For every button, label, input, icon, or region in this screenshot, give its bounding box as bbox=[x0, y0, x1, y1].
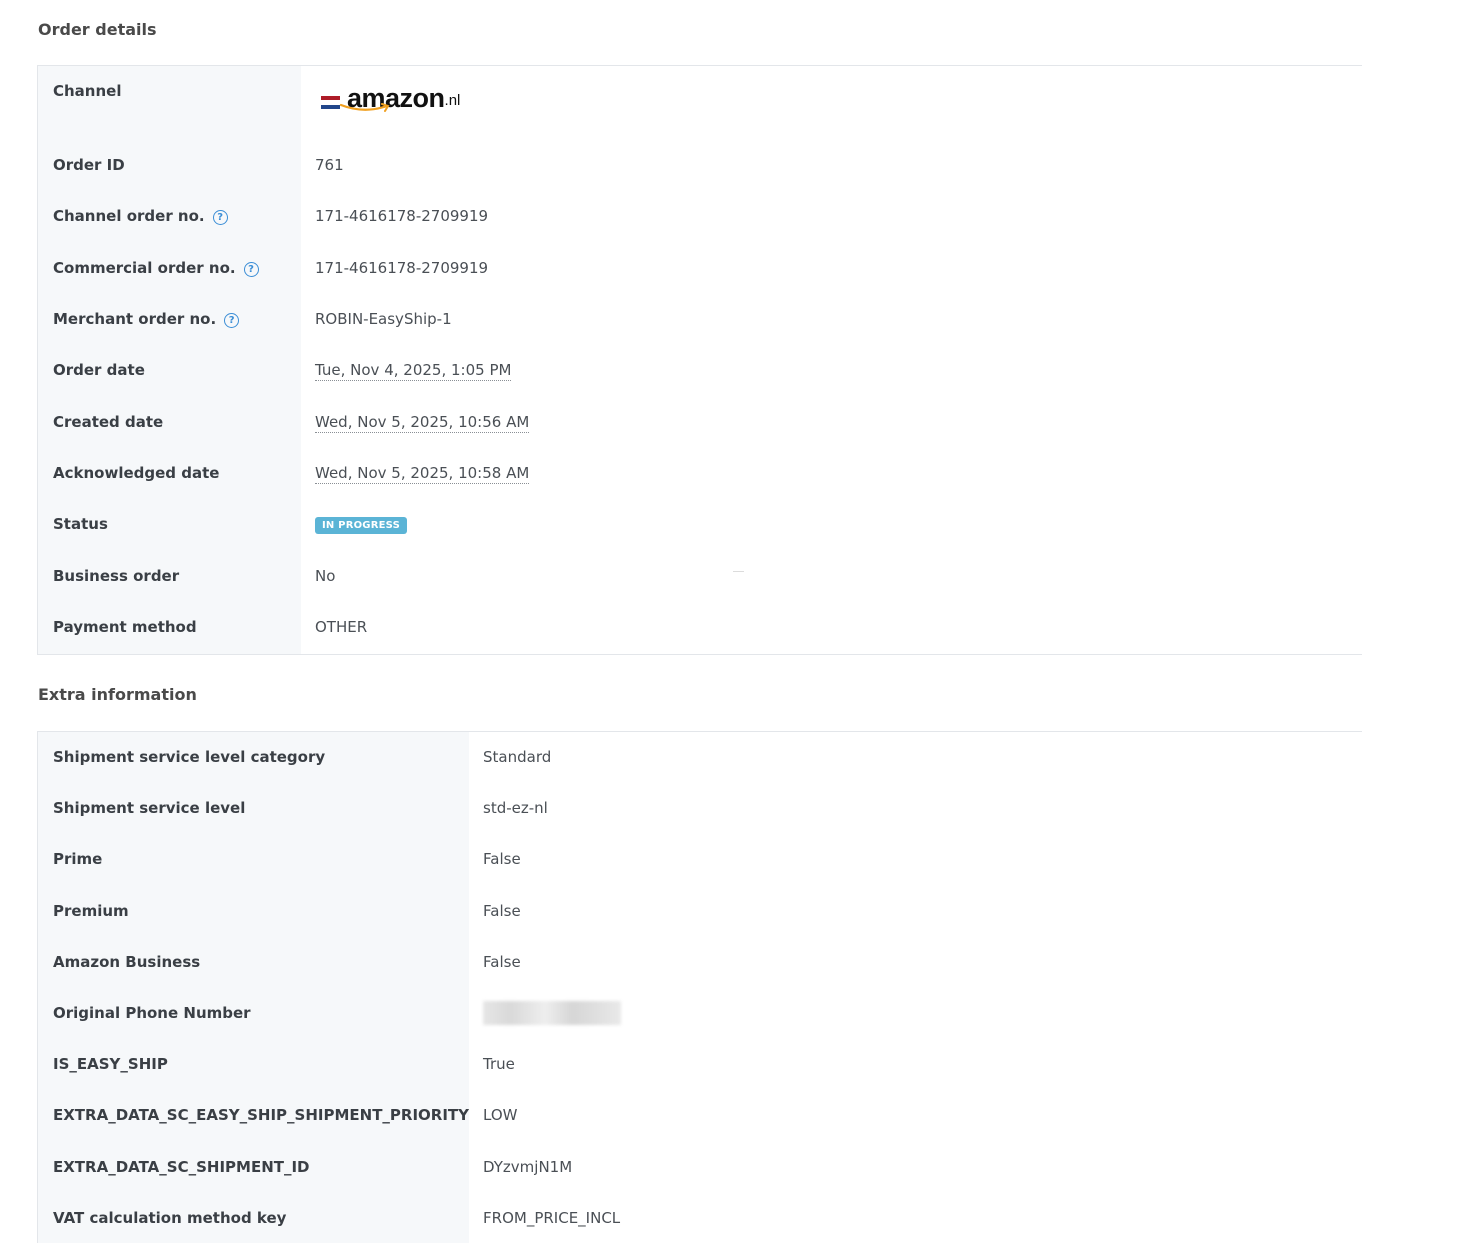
channel-order-no-text: Channel order no. bbox=[53, 207, 205, 226]
table-row: Order date Tue, Nov 4, 2025, 1:05 PM bbox=[37, 344, 1362, 396]
help-icon[interactable]: ? bbox=[212, 210, 228, 226]
prime-value: False bbox=[469, 833, 1362, 886]
extra-information-table: Shipment service level category Standard… bbox=[37, 731, 1362, 1244]
table-row: Status IN PROGRESS bbox=[37, 498, 1362, 550]
vat-calculation-method-key-label: VAT calculation method key bbox=[37, 1192, 470, 1244]
payment-method-value: OTHER bbox=[301, 601, 1362, 655]
table-row: Premium False bbox=[37, 885, 1362, 937]
created-date-value[interactable]: Wed, Nov 5, 2025, 10:56 AM bbox=[315, 412, 530, 433]
commercial-order-no-value: 171-4616178-2709919 bbox=[301, 242, 1362, 294]
payment-method-label: Payment method bbox=[37, 601, 301, 655]
original-phone-number-label: Original Phone Number bbox=[37, 987, 470, 1039]
business-order-label: Business order bbox=[37, 549, 301, 602]
help-icon[interactable]: ? bbox=[243, 261, 259, 277]
shipment-service-level-category-value: Standard bbox=[469, 731, 1362, 783]
netherlands-flag-icon bbox=[321, 96, 340, 109]
table-row: Order ID 761 bbox=[37, 139, 1362, 191]
table-row: VAT calculation method key FROM_PRICE_IN… bbox=[37, 1192, 1362, 1244]
table-row: Shipment service level category Standard bbox=[37, 731, 1362, 783]
shipment-service-level-label: Shipment service level bbox=[37, 782, 470, 834]
created-date-cell: Wed, Nov 5, 2025, 10:56 AM bbox=[301, 395, 1362, 448]
is-easy-ship-label: IS_EASY_SHIP bbox=[37, 1038, 470, 1090]
amazon-nl-logo: amazon .nl bbox=[321, 84, 460, 112]
acknowledged-date-cell: Wed, Nov 5, 2025, 10:58 AM bbox=[301, 447, 1362, 499]
premium-value: False bbox=[469, 885, 1362, 937]
table-row: Amazon Business False bbox=[37, 936, 1362, 988]
channel-order-no-value: 171-4616178-2709919 bbox=[301, 190, 1362, 243]
channel-value: amazon .nl bbox=[301, 65, 1362, 140]
order-id-label: Order ID bbox=[37, 139, 301, 191]
table-row: Channel order no.? 171-4616178-2709919 bbox=[37, 190, 1362, 243]
shipment-id-value: DYzvmjN1M bbox=[469, 1141, 1362, 1193]
commercial-order-no-label: Commercial order no.? bbox=[37, 242, 301, 294]
amazon-smile-icon bbox=[339, 103, 390, 112]
prime-label: Prime bbox=[37, 833, 470, 886]
table-row: Prime False bbox=[37, 833, 1362, 886]
business-order-value: No bbox=[301, 549, 1362, 602]
table-row: Payment method OTHER bbox=[37, 601, 1362, 655]
shipment-priority-value: LOW bbox=[469, 1089, 1362, 1141]
order-date-value[interactable]: Tue, Nov 4, 2025, 1:05 PM bbox=[315, 361, 512, 382]
created-date-label: Created date bbox=[37, 395, 301, 448]
merchant-order-no-label: Merchant order no.? bbox=[37, 293, 301, 345]
order-date-cell: Tue, Nov 4, 2025, 1:05 PM bbox=[301, 344, 1362, 396]
shipment-id-label: EXTRA_DATA_SC_SHIPMENT_ID bbox=[37, 1141, 470, 1193]
table-row: Acknowledged date Wed, Nov 5, 2025, 10:5… bbox=[37, 447, 1362, 499]
acknowledged-date-label: Acknowledged date bbox=[37, 447, 301, 499]
commercial-order-no-text: Commercial order no. bbox=[53, 258, 236, 277]
order-id-value: 761 bbox=[301, 139, 1362, 191]
merchant-order-no-text: Merchant order no. bbox=[53, 310, 217, 329]
shipment-priority-label: EXTRA_DATA_SC_EASY_SHIP_SHIPMENT_PRIORIT… bbox=[37, 1089, 470, 1141]
table-row: Merchant order no.? ROBIN-EasyShip-1 bbox=[37, 293, 1362, 345]
merchant-order-no-value: ROBIN-EasyShip-1 bbox=[301, 293, 1362, 345]
order-details-title: Order details bbox=[38, 20, 157, 39]
original-phone-number-cell bbox=[469, 987, 1362, 1039]
status-cell: IN PROGRESS bbox=[301, 498, 1362, 550]
amazon-business-label: Amazon Business bbox=[37, 936, 470, 988]
table-row: EXTRA_DATA_SC_EASY_SHIP_SHIPMENT_PRIORIT… bbox=[37, 1089, 1362, 1141]
table-row: EXTRA_DATA_SC_SHIPMENT_ID DYzvmjN1M bbox=[37, 1141, 1362, 1193]
is-easy-ship-value: True bbox=[469, 1038, 1362, 1090]
table-row: Channel amazon .nl bbox=[37, 65, 1362, 140]
redacted-phone-number bbox=[483, 1001, 622, 1026]
acknowledged-date-value[interactable]: Wed, Nov 5, 2025, 10:58 AM bbox=[315, 463, 530, 484]
status-badge: IN PROGRESS bbox=[315, 517, 407, 535]
order-details-table: Channel amazon .nl Order ID 761 Channel … bbox=[37, 65, 1362, 655]
table-row: Shipment service level std-ez-nl bbox=[37, 782, 1362, 834]
shipment-service-level-value: std-ez-nl bbox=[469, 782, 1362, 834]
table-row: Created date Wed, Nov 5, 2025, 10:56 AM bbox=[37, 395, 1362, 448]
table-row: Original Phone Number bbox=[37, 987, 1362, 1039]
shipment-service-level-category-label: Shipment service level category bbox=[37, 731, 470, 783]
premium-label: Premium bbox=[37, 885, 470, 937]
extra-information-title: Extra information bbox=[38, 685, 197, 704]
status-label: Status bbox=[37, 498, 301, 550]
table-row: Commercial order no.? 171-4616178-270991… bbox=[37, 242, 1362, 294]
order-page: Order details Channel amazon .nl Order I… bbox=[0, 0, 1478, 1248]
amazon-business-value: False bbox=[469, 936, 1362, 988]
table-row: IS_EASY_SHIP True bbox=[37, 1038, 1362, 1090]
vat-calculation-method-key-value: FROM_PRICE_INCL bbox=[469, 1192, 1362, 1244]
channel-order-no-label: Channel order no.? bbox=[37, 190, 301, 243]
logo-tld: .nl bbox=[444, 92, 461, 109]
table-row: Business order No bbox=[37, 549, 1362, 602]
help-icon[interactable]: ? bbox=[224, 313, 240, 329]
divider bbox=[733, 571, 744, 572]
order-date-label: Order date bbox=[37, 344, 301, 396]
channel-label: Channel bbox=[37, 65, 301, 140]
